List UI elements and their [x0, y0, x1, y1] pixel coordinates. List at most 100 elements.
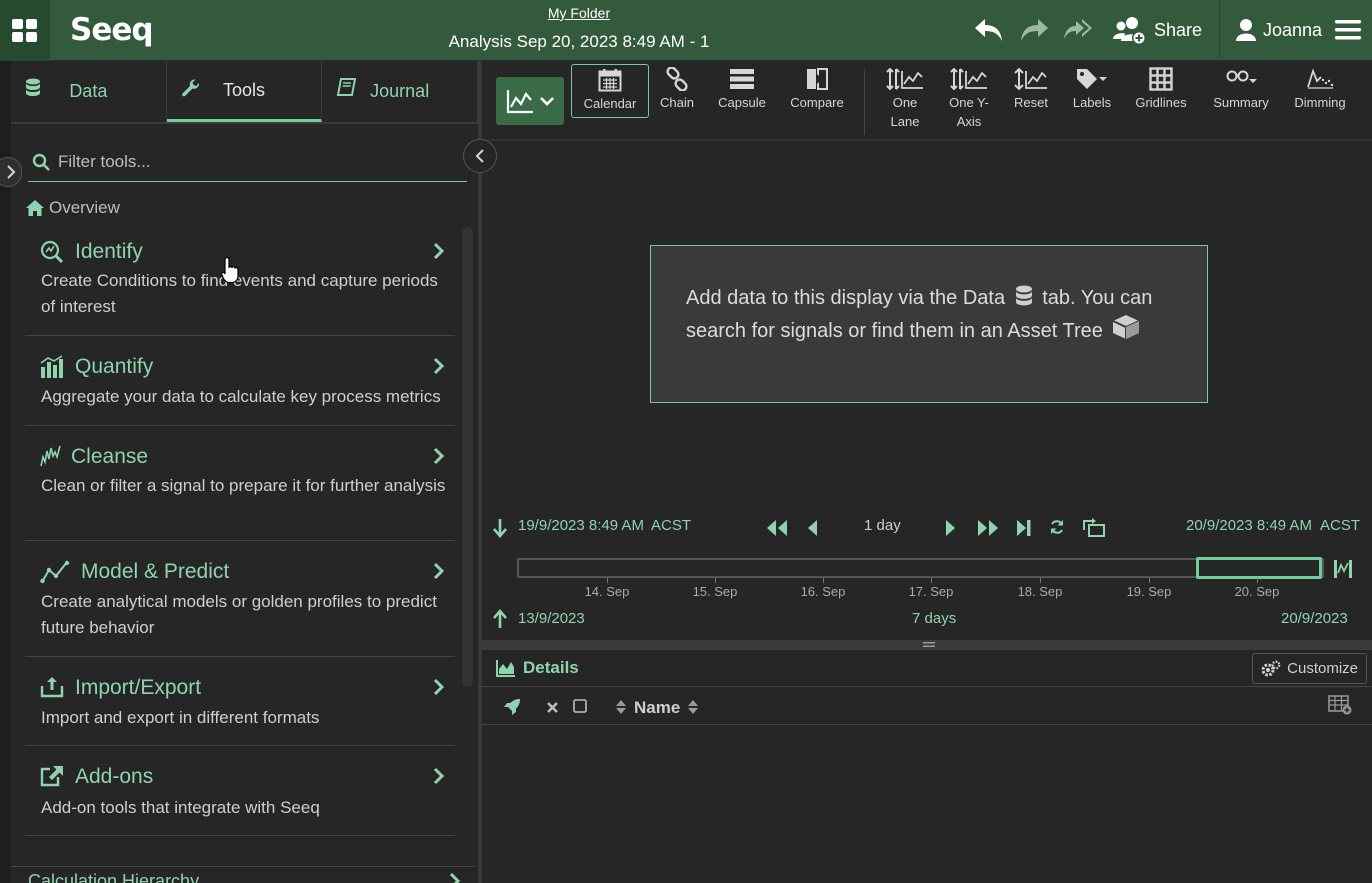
reset-axes-button[interactable]: Reset — [1012, 67, 1050, 112]
chevron-right-icon — [433, 447, 445, 465]
one-y-axis-label-2: Axis — [956, 114, 982, 129]
drag-handle-icon — [923, 642, 935, 647]
tab-data[interactable]: Data — [11, 61, 167, 122]
toolbar-divider — [864, 69, 865, 135]
search-icon — [32, 153, 50, 171]
wrench-icon — [181, 79, 199, 97]
share-label: Share — [1154, 19, 1203, 40]
customize-button[interactable]: Customize — [1252, 653, 1367, 684]
empty-display-message: Add data to this display via the Data ta… — [650, 245, 1208, 403]
tool-quantify-description: Aggregate your data to calculate key pro… — [41, 387, 441, 406]
one-lane-icon — [886, 67, 923, 91]
refresh-icon[interactable] — [1049, 519, 1065, 535]
remove-all-icon[interactable] — [546, 701, 559, 714]
home-icon — [26, 200, 44, 216]
expand-panel-button[interactable] — [0, 157, 22, 187]
display-end-date[interactable]: 20/9/2023 8:49 AM — [1186, 517, 1312, 534]
chevron-right-icon — [433, 357, 445, 375]
tool-cleanse[interactable]: Cleanse Clean or filter a signal to prep… — [25, 445, 455, 541]
investigate-duration[interactable]: 7 days — [912, 610, 956, 627]
dimming-label: Dimming — [1294, 95, 1346, 110]
calendar-button[interactable]: Calendar — [571, 64, 649, 118]
zoom-range-icon[interactable] — [1333, 559, 1353, 579]
tool-identify[interactable]: Identify Create Conditions to find event… — [25, 240, 455, 336]
tool-add-ons[interactable]: Add-ons Add-on tools that integrate with… — [25, 765, 455, 836]
calculation-hierarchy-section[interactable]: Calculation Hierarchy — [11, 866, 475, 883]
one-lane-button[interactable]: One Lane — [884, 67, 926, 131]
summary-button[interactable]: Summary — [1210, 67, 1272, 112]
details-column-header: Name — [482, 688, 1372, 725]
tool-quantify-name: Quantify — [75, 355, 154, 378]
skip-to-now-icon[interactable] — [1016, 518, 1032, 538]
axis-tick — [715, 578, 716, 583]
one-lane-label-2: Lane — [890, 114, 920, 129]
gridlines-icon — [1149, 67, 1173, 91]
table-add-column-icon[interactable] — [1328, 695, 1352, 715]
undo-button[interactable] — [973, 15, 1005, 45]
tool-model-predict[interactable]: Model & Predict Create analytical models… — [25, 560, 455, 657]
dimming-button[interactable]: Dimming — [1292, 67, 1348, 112]
collapse-panel-button[interactable] — [463, 139, 497, 173]
undo-icon — [975, 19, 1002, 41]
redo-button[interactable] — [1018, 15, 1050, 45]
trend-view-icon — [506, 90, 533, 114]
step-forward-icon[interactable] — [945, 518, 957, 538]
tool-model-predict-description: Create analytical models or golden profi… — [41, 592, 437, 637]
display-duration[interactable]: 1 day — [864, 517, 901, 534]
display-start-timezone[interactable]: ACST — [651, 517, 691, 534]
sort-icon[interactable] — [615, 699, 627, 715]
redo-all-button[interactable] — [1062, 15, 1094, 45]
empty-message-line2: search for signals or find them in an As… — [686, 320, 1103, 342]
upload-icon — [40, 677, 64, 698]
book-icon — [337, 78, 357, 96]
identify-icon — [40, 240, 64, 264]
labels-button[interactable]: Labels — [1068, 67, 1116, 112]
user-menu-button[interactable]: Joanna — [1235, 15, 1322, 45]
tab-tools[interactable]: Tools — [166, 61, 323, 122]
panel-divider[interactable] — [478, 61, 482, 883]
asset-cube-icon — [1113, 315, 1140, 339]
one-y-axis-button[interactable]: One Y- Axis — [946, 67, 992, 131]
tool-add-ons-name: Add-ons — [75, 765, 154, 788]
step-back-far-icon[interactable] — [765, 518, 789, 538]
filter-tools-input[interactable] — [58, 152, 438, 172]
step-forward-far-icon[interactable] — [976, 518, 1000, 538]
display-end-timezone[interactable]: ACST — [1320, 517, 1360, 534]
tools-scrollbar[interactable] — [462, 227, 473, 687]
investigate-end-date[interactable]: 20/9/2023 — [1281, 610, 1348, 627]
view-selector-button[interactable] — [496, 77, 564, 125]
display-start-date[interactable]: 19/9/2023 8:49 AM — [518, 517, 644, 534]
capsule-button[interactable]: Capsule — [713, 67, 771, 112]
sort-icon[interactable] — [687, 699, 699, 715]
select-all-checkbox[interactable] — [573, 699, 587, 713]
main-menu-button[interactable] — [1335, 15, 1361, 45]
compare-button[interactable]: Compare — [785, 67, 849, 112]
area-chart-icon — [496, 660, 515, 677]
investigate-start-date[interactable]: 13/9/2023 — [518, 610, 585, 627]
tool-quantify[interactable]: Quantify Aggregate your data to calculat… — [25, 355, 455, 426]
axis-tick — [1040, 578, 1041, 583]
share-button[interactable]: Share — [1112, 15, 1202, 45]
details-title[interactable]: Details — [496, 658, 579, 678]
rocket-icon[interactable] — [503, 698, 521, 716]
tab-journal[interactable]: Journal — [322, 61, 479, 122]
details-splitter[interactable] — [482, 640, 1372, 650]
tick-label: 19. Sep — [1126, 584, 1172, 599]
compare-label: Compare — [790, 95, 844, 110]
tab-data-label: Data — [69, 81, 108, 101]
gridlines-button[interactable]: Gridlines — [1133, 67, 1189, 112]
name-column-header[interactable]: Name — [634, 698, 680, 718]
arrow-up-icon — [493, 609, 507, 628]
chevron-right-icon — [433, 767, 445, 785]
left-edge-strip — [0, 61, 22, 883]
auto-update-icon[interactable] — [1082, 518, 1106, 538]
tick-label: 20. Sep — [1234, 584, 1280, 599]
chevron-right-icon — [7, 165, 16, 179]
display-range-selector[interactable] — [1196, 557, 1322, 579]
calculation-hierarchy-label: Calculation Hierarchy — [28, 871, 200, 883]
tool-model-predict-name: Model & Predict — [81, 560, 230, 583]
overview-breadcrumb[interactable]: Overview — [25, 198, 120, 218]
chain-button[interactable]: Chain — [654, 67, 700, 112]
step-back-icon[interactable] — [806, 518, 818, 538]
tool-import-export[interactable]: Import/Export Import and export in diffe… — [25, 676, 455, 746]
